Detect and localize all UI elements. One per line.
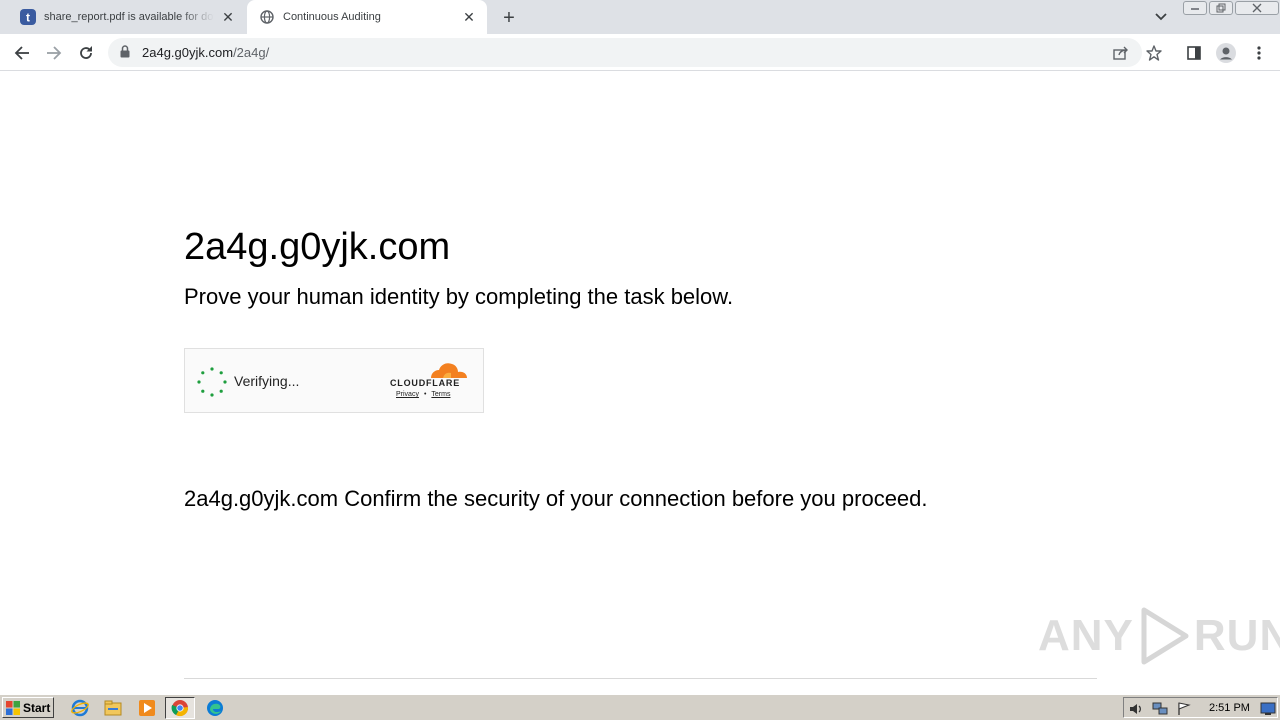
tab-title: Continuous Auditing: [283, 11, 381, 23]
back-arrow-icon[interactable]: [10, 41, 34, 65]
watermark-left: ANY: [1038, 611, 1134, 660]
bookmark-star-icon[interactable]: [1144, 43, 1164, 63]
tab-search-chevron-icon[interactable]: [1152, 9, 1170, 25]
reload-icon[interactable]: [74, 41, 98, 65]
share-icon[interactable]: [1112, 44, 1130, 62]
svg-text:t: t: [26, 11, 30, 25]
ie-icon[interactable]: [69, 697, 91, 719]
address-bar[interactable]: 2a4g.g0yjk.com/2a4g/: [108, 38, 1142, 67]
tumblr-icon: t: [20, 9, 36, 25]
forward-arrow-icon[interactable]: [42, 41, 66, 65]
close-icon[interactable]: ✕: [220, 9, 236, 25]
footer-divider: [184, 678, 1097, 679]
security-message: 2a4g.g0yjk.com Confirm the security of y…: [184, 486, 928, 511]
minimize-button[interactable]: [1183, 1, 1207, 15]
chrome-icon[interactable]: [165, 697, 195, 719]
restore-button[interactable]: [1209, 1, 1233, 15]
lock-icon[interactable]: [120, 45, 130, 63]
cloudflare-links: Privacy • Terms: [396, 391, 450, 398]
cloudflare-cloud-icon: [431, 363, 467, 378]
start-button[interactable]: Start: [2, 697, 54, 718]
browser-toolbar: 2a4g.g0yjk.com/2a4g/: [0, 34, 1280, 71]
network-icon[interactable]: [1152, 701, 1168, 717]
volume-icon[interactable]: [1128, 701, 1144, 717]
edge-icon[interactable]: [204, 697, 226, 719]
globe-icon: [259, 9, 275, 25]
show-desktop-icon[interactable]: [1260, 701, 1276, 717]
taskbar: Start 2:51 PM: [0, 694, 1280, 720]
cloudflare-challenge-widget[interactable]: Verifying... CLOUDFLARE Privacy • Terms: [184, 348, 484, 413]
tab-continuous-auditing[interactable]: Continuous Auditing ✕: [247, 0, 487, 34]
url-path: /2a4g/: [233, 45, 270, 60]
new-tab-button[interactable]: +: [498, 7, 520, 29]
spinner-icon: [197, 367, 227, 397]
url-host: 2a4g.g0yjk.com: [142, 45, 234, 60]
verifying-status: Verifying...: [234, 373, 300, 389]
flag-icon[interactable]: [1176, 701, 1192, 717]
page-subtitle: Prove your human identity by completing …: [184, 284, 734, 309]
explorer-icon[interactable]: [102, 697, 124, 719]
start-label: Start: [23, 700, 51, 715]
page-heading: 2a4g.g0yjk.com: [184, 226, 451, 268]
media-player-icon[interactable]: [136, 697, 158, 719]
side-panel-icon[interactable]: [1184, 43, 1204, 63]
terms-link[interactable]: Terms: [431, 391, 450, 398]
windows-logo-icon: [6, 700, 20, 715]
close-icon[interactable]: ✕: [461, 9, 477, 25]
profile-avatar-icon[interactable]: [1216, 43, 1236, 63]
play-logo-icon: [1141, 607, 1189, 665]
tab-share-report[interactable]: t share_report.pdf is available for down…: [8, 0, 246, 34]
window-controls: [1183, 1, 1280, 15]
link-separator: •: [423, 391, 427, 398]
cloudflare-wordmark: CLOUDFLARE: [390, 378, 460, 388]
close-window-button[interactable]: [1235, 1, 1279, 15]
tab-strip: t share_report.pdf is available for down…: [0, 0, 1280, 34]
privacy-link[interactable]: Privacy: [396, 391, 419, 398]
system-tray: 2:51 PM: [1123, 697, 1278, 718]
url-text: 2a4g.g0yjk.com/2a4g/: [142, 45, 269, 60]
anyrun-watermark: ANY RUN: [1038, 606, 1280, 666]
watermark-right: RUN: [1193, 611, 1280, 660]
tab-title: share_report.pdf is available for downlo…: [44, 11, 214, 23]
menu-kebab-icon[interactable]: [1249, 43, 1269, 63]
clock: 2:51 PM: [1209, 702, 1250, 714]
